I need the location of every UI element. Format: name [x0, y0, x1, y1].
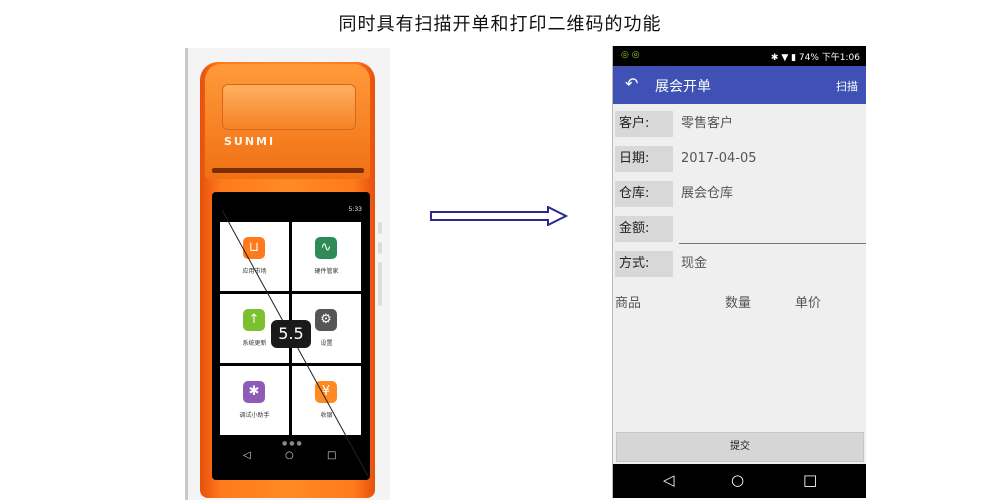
device-nav-bar: ◁ ○ □ — [215, 450, 367, 468]
side-button — [378, 242, 382, 254]
field-date[interactable]: 日期: 2017-04-05 — [613, 143, 866, 175]
home-icon[interactable]: ○ — [731, 471, 744, 489]
printer-lid — [222, 84, 356, 130]
field-label: 仓库: — [615, 181, 673, 207]
recent-apps-icon[interactable]: □ — [803, 471, 817, 489]
field-amount[interactable]: 金额: — [613, 213, 866, 245]
home-icon[interactable]: ○ — [285, 450, 294, 461]
field-value[interactable]: 2017-04-05 — [681, 146, 757, 172]
status-right: ✱ ▼ ▮ 74% 下午1:06 — [770, 53, 860, 63]
status-left-icons: ◎ ◎ — [621, 50, 640, 60]
side-button — [378, 262, 382, 306]
caption: 同时具有扫描开单和打印二维码的功能 — [338, 14, 662, 35]
back-icon[interactable]: ◁ — [663, 471, 675, 489]
side-button — [378, 222, 382, 234]
recent-apps-icon[interactable]: □ — [327, 450, 336, 461]
field-value[interactable]: 零售客户 — [681, 111, 733, 137]
app-bar: ↶ 展会开单 扫描 — [613, 66, 866, 104]
field-warehouse[interactable]: 仓库: 展会仓库 — [613, 178, 866, 210]
scan-button[interactable]: 扫描 — [836, 78, 858, 94]
phone-screenshot: ◎ ◎ ✱ ▼ ▮ 74% 下午1:06 ↶ 展会开单 扫描 客户: 零售客户 … — [612, 46, 866, 498]
screen-size-label: 5.5 — [271, 320, 311, 348]
back-icon[interactable]: ◁ — [243, 450, 251, 461]
field-value[interactable]: 现金 — [681, 251, 707, 277]
status-bar: ◎ ◎ ✱ ▼ ▮ 74% 下午1:06 — [613, 46, 866, 66]
right-arrow-icon — [430, 206, 569, 226]
field-label: 客户: — [615, 111, 673, 137]
column-header: 商品 — [615, 296, 642, 311]
field-label: 方式: — [615, 251, 673, 277]
phone-nav-bar: ◁ ○ □ — [613, 464, 866, 498]
page-dots: ●●● — [282, 440, 304, 447]
field-payment-method[interactable]: 方式: 现金 — [613, 248, 866, 280]
column-header: 数量 — [725, 296, 752, 311]
field-customer[interactable]: 客户: 零售客户 — [613, 108, 866, 140]
page-title: 展会开单 — [655, 79, 711, 95]
paper-slot — [212, 168, 364, 173]
brand-logo: SUNMI — [224, 135, 276, 148]
amount-input[interactable] — [679, 219, 866, 244]
field-label: 日期: — [615, 146, 673, 172]
back-arrow-icon[interactable]: ↶ — [625, 74, 638, 93]
field-value[interactable]: 展会仓库 — [681, 181, 733, 207]
submit-button[interactable]: 提交 — [616, 432, 864, 462]
field-label: 金额: — [615, 216, 673, 242]
column-header: 单价 — [795, 296, 822, 311]
